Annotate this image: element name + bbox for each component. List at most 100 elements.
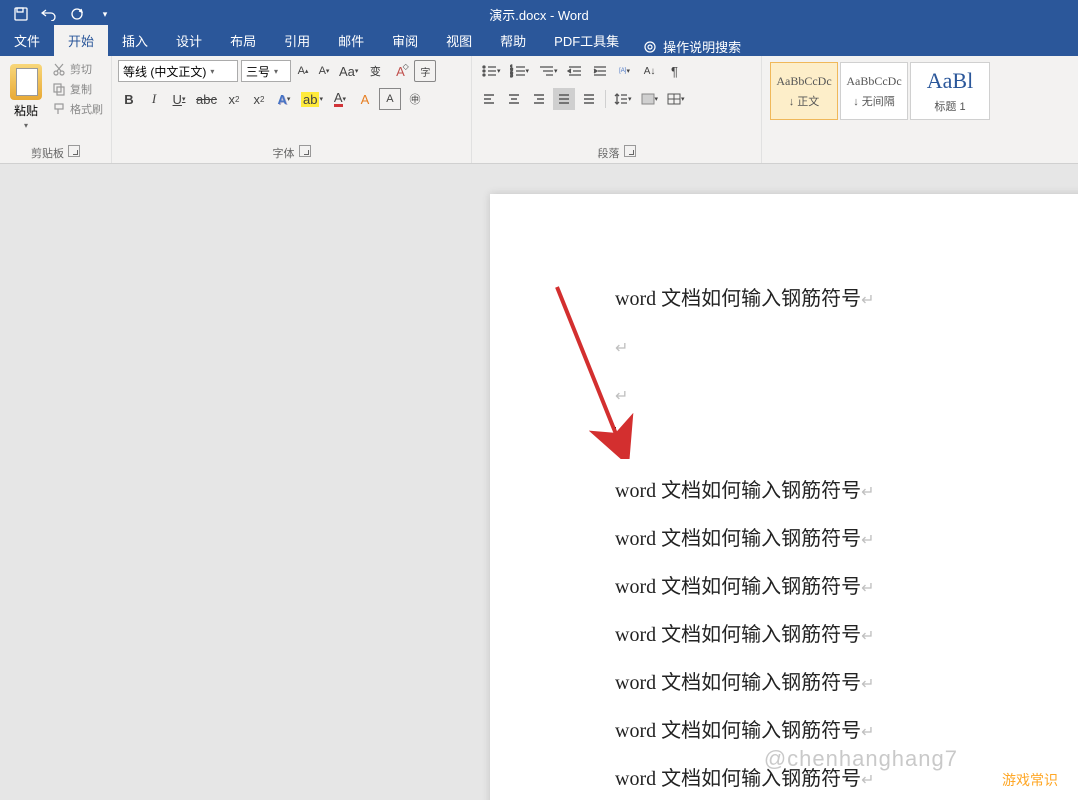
bullets-button[interactable]: ▾ (478, 60, 504, 82)
copy-label: 复制 (70, 81, 92, 97)
font-color-button[interactable]: A▾ (329, 88, 351, 110)
character-shading-button[interactable]: A (354, 88, 376, 110)
format-painter-label: 格式刷 (70, 101, 103, 117)
numbering-button[interactable]: 123▾ (507, 60, 533, 82)
doc-line: ↵ (615, 372, 1078, 420)
format-painter-button[interactable]: 格式刷 (50, 100, 105, 118)
clear-formatting-button[interactable]: A◇ (389, 60, 411, 82)
bold-button[interactable]: B (118, 88, 140, 110)
align-center-button[interactable] (503, 88, 525, 110)
watermark-user: @chenhanghang7 (764, 746, 958, 772)
style-no-spacing[interactable]: AaBbCcDc ↓ 无间隔 (840, 62, 908, 120)
tab-insert[interactable]: 插入 (108, 25, 162, 56)
tell-me-label: 操作说明搜索 (663, 37, 741, 56)
doc-line: word 文档如何输入钢筋符号↵ (615, 564, 1078, 612)
tell-me-search[interactable]: 操作说明搜索 (633, 37, 751, 56)
tab-home[interactable]: 开始 (54, 25, 108, 56)
align-right-button[interactable] (528, 88, 550, 110)
paste-button[interactable]: 粘贴 ▾ (6, 60, 46, 134)
doc-line: word 文档如何输入钢筋符号↵ (615, 516, 1078, 564)
align-left-button[interactable] (478, 88, 500, 110)
style-name: ↓ 正文 (789, 93, 820, 109)
enclose-button[interactable]: ㊥ (404, 88, 426, 110)
grow-font-button[interactable]: A▴ (294, 60, 312, 82)
tab-review[interactable]: 审阅 (378, 25, 432, 56)
copy-button[interactable]: 复制 (50, 80, 105, 98)
group-clipboard: 粘贴 ▾ 剪切 复制 格式刷 剪贴板 (0, 56, 112, 163)
style-normal[interactable]: AaBbCcDc ↓ 正文 (770, 62, 838, 120)
style-preview: AaBl (927, 68, 973, 94)
watermark-source: 游戏常识 (1002, 770, 1058, 790)
doc-line: word 文档如何输入钢筋符号↵ (615, 660, 1078, 708)
window-title: 演示.docx - Word (489, 5, 588, 24)
character-border-button[interactable]: A (379, 88, 401, 110)
page[interactable]: word 文档如何输入钢筋符号↵ ↵ ↵ ↵ word 文档如何输入钢筋符号↵ … (490, 194, 1078, 800)
font-group-label: 字体 (273, 145, 295, 161)
strikethrough-button[interactable]: abc (193, 88, 220, 110)
group-styles: AaBbCcDc ↓ 正文 AaBbCcDc ↓ 无间隔 AaBl 标题 1 (762, 56, 998, 163)
group-paragraph: ▾ 123▾ ▾ [A]▾ A↓ ¶ ▾ ▾ (472, 56, 762, 163)
tab-mail[interactable]: 邮件 (324, 25, 378, 56)
superscript-button[interactable]: x2 (248, 88, 270, 110)
tab-help[interactable]: 帮助 (486, 25, 540, 56)
multilevel-list-button[interactable]: ▾ (535, 60, 561, 82)
paste-label: 粘贴 (14, 102, 38, 119)
qat-customize-button[interactable]: ▾ (92, 2, 118, 26)
tab-layout[interactable]: 布局 (216, 25, 270, 56)
clipboard-launcher[interactable] (68, 145, 80, 157)
sort-button[interactable]: A↓ (639, 60, 661, 82)
doc-line: ↵ (615, 420, 1078, 468)
paste-icon (10, 64, 42, 100)
borders-button[interactable]: ▾ (664, 88, 688, 110)
ribbon: 粘贴 ▾ 剪切 复制 格式刷 剪贴板 (0, 56, 1078, 164)
show-marks-button[interactable]: ¶ (664, 60, 686, 82)
distributed-button[interactable] (578, 88, 600, 110)
save-button[interactable] (8, 2, 34, 26)
style-name: ↓ 无间隔 (853, 93, 895, 109)
titlebar: ▾ 演示.docx - Word (0, 0, 1078, 28)
quick-access-toolbar: ▾ (0, 2, 126, 26)
redo-button[interactable] (64, 2, 90, 26)
change-case-button[interactable]: Aa▾ (336, 60, 361, 82)
doc-line: ↵ (615, 324, 1078, 372)
phonetic-guide-button[interactable]: 变 (364, 60, 386, 82)
style-name: 标题 1 (934, 98, 965, 114)
paragraph-group-label: 段落 (598, 145, 620, 161)
font-name-value: 等线 (中文正文) (123, 63, 206, 80)
style-heading1[interactable]: AaBl 标题 1 (910, 62, 990, 120)
enclose-characters-button[interactable]: 字 (414, 60, 436, 82)
font-size-value: 三号 (246, 63, 270, 80)
shading-button[interactable]: ▾ (638, 88, 662, 110)
document-area[interactable]: word 文档如何输入钢筋符号↵ ↵ ↵ ↵ word 文档如何输入钢筋符号↵ … (0, 164, 1078, 800)
svg-text:3: 3 (510, 73, 513, 78)
shrink-font-button[interactable]: A▾ (315, 60, 333, 82)
highlight-button[interactable]: ab▾ (298, 88, 326, 110)
increase-indent-button[interactable] (589, 60, 611, 82)
line-spacing-button[interactable]: ▾ (611, 88, 635, 110)
italic-button[interactable]: I (143, 88, 165, 110)
paragraph-launcher[interactable] (624, 145, 636, 157)
style-preview: AaBbCcDc (846, 74, 901, 89)
doc-line: word 文档如何输入钢筋符号↵ (615, 612, 1078, 660)
font-name-combo[interactable]: 等线 (中文正文)▾ (118, 60, 238, 82)
tab-pdf[interactable]: PDF工具集 (540, 25, 633, 56)
doc-line: word 文档如何输入钢筋符号↵ (615, 468, 1078, 516)
tab-file[interactable]: 文件 (0, 25, 54, 56)
tab-references[interactable]: 引用 (270, 25, 324, 56)
tab-view[interactable]: 视图 (432, 25, 486, 56)
underline-button[interactable]: U▾ (168, 88, 190, 110)
cut-label: 剪切 (70, 61, 92, 77)
decrease-indent-button[interactable] (564, 60, 586, 82)
justify-button[interactable] (553, 88, 575, 110)
subscript-button[interactable]: x2 (223, 88, 245, 110)
font-launcher[interactable] (299, 145, 311, 157)
text-effects-button[interactable]: A▾ (273, 88, 295, 110)
cut-button[interactable]: 剪切 (50, 60, 105, 78)
asian-layout-button[interactable]: [A]▾ (614, 60, 636, 82)
ribbon-tabs: 文件 开始 插入 设计 布局 引用 邮件 审阅 视图 帮助 PDF工具集 操作说… (0, 28, 1078, 56)
font-size-combo[interactable]: 三号▾ (241, 60, 291, 82)
style-preview: AaBbCcDc (776, 74, 831, 89)
undo-button[interactable] (36, 2, 62, 26)
tab-design[interactable]: 设计 (162, 25, 216, 56)
group-font: 等线 (中文正文)▾ 三号▾ A▴ A▾ Aa▾ 变 A◇ 字 B I U▾ (112, 56, 472, 163)
